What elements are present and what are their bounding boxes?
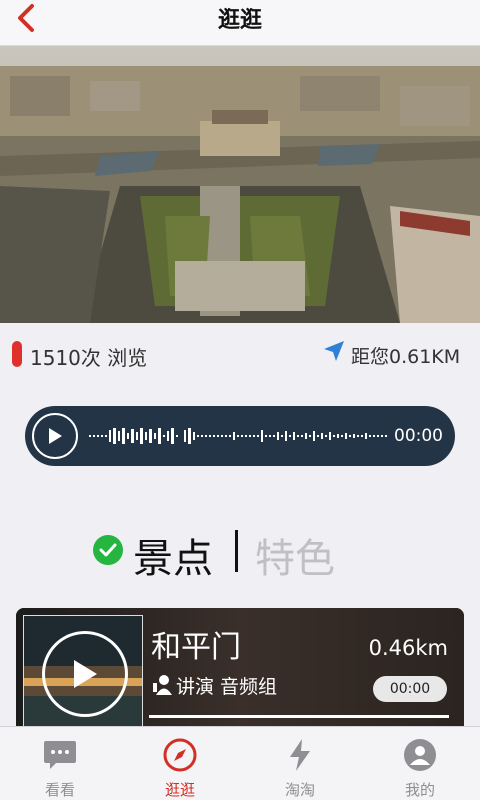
tab-watch[interactable]: 看看 — [0, 727, 120, 800]
bottom-tab-bar: 看看 逛逛 淘淘 我的 — [0, 726, 480, 800]
indicator-bar — [12, 341, 22, 367]
tab-features[interactable]: 特色 — [255, 526, 335, 584]
segment-tabs: 景点 特色 — [0, 520, 480, 582]
play-icon — [74, 660, 97, 688]
profile-icon — [404, 739, 436, 771]
tab-label: 我的 — [404, 781, 435, 799]
attraction-card[interactable]: 和平门 0.46km 讲演 音频组 00:00 — [16, 608, 464, 738]
tab-scenic-spots[interactable]: 景点 — [133, 526, 213, 584]
narrator-text: 讲演 音频组 — [176, 676, 278, 698]
check-icon — [93, 535, 123, 565]
location-arrow-icon — [324, 341, 344, 361]
audio-player: 00:00 — [25, 406, 455, 466]
stats-row: 1510次 浏览 距您0.61KM — [0, 330, 480, 378]
tab-shop[interactable]: 淘淘 — [240, 727, 360, 800]
attraction-thumbnail[interactable] — [23, 615, 143, 738]
compass-icon — [163, 738, 197, 772]
distance-text: 距您0.61KM — [351, 346, 461, 368]
view-count: 1510次 浏览 — [30, 346, 148, 370]
card-duration: 00:00 — [373, 676, 447, 702]
tab-mine[interactable]: 我的 — [360, 727, 480, 800]
waveform — [89, 428, 387, 444]
tab-stroll[interactable]: 逛逛 — [120, 727, 240, 800]
tab-label: 逛逛 — [164, 781, 195, 799]
tab-divider — [235, 530, 238, 572]
card-progress-bar[interactable] — [149, 715, 449, 718]
top-navigation-bar: 逛逛 — [0, 0, 480, 46]
chat-bubble-icon — [44, 741, 76, 769]
narrator-icon — [153, 675, 172, 695]
tab-label: 看看 — [44, 781, 75, 799]
play-icon — [49, 428, 62, 444]
tab-label: 淘淘 — [284, 781, 315, 799]
attraction-name: 和平门 — [151, 630, 241, 665]
hero-aerial-photo — [0, 46, 480, 323]
lightning-icon — [290, 739, 310, 771]
audio-time: 00:00 — [394, 426, 443, 446]
page-title: 逛逛 — [217, 8, 262, 33]
audio-play-button[interactable] — [32, 413, 78, 459]
thumbnail-play-button[interactable] — [42, 631, 128, 717]
attraction-distance: 0.46km — [368, 636, 448, 660]
